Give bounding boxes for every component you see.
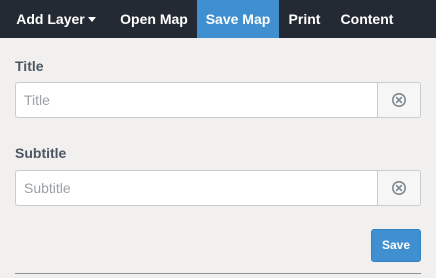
save-button[interactable]: Save: [371, 229, 421, 262]
content-tab[interactable]: Content: [335, 0, 399, 38]
title-input-group: [15, 82, 421, 118]
title-clear-button[interactable]: [377, 83, 420, 117]
content-label: Content: [340, 11, 394, 27]
save-map-label: Save Map: [205, 11, 271, 27]
save-map-tab[interactable]: Save Map: [197, 0, 279, 38]
subtitle-input[interactable]: [16, 171, 378, 205]
title-input[interactable]: [16, 83, 378, 117]
caret-down-icon: [87, 16, 96, 22]
subtitle-label: Subtitle: [15, 145, 67, 161]
close-circle-icon: [392, 181, 406, 195]
divider: [15, 273, 421, 274]
add-layer-label: Add Layer: [16, 11, 85, 27]
add-layer-menu[interactable]: Add Layer: [10, 0, 102, 38]
subtitle-input-group: [15, 170, 421, 206]
open-map-label: Open Map: [120, 11, 188, 27]
close-circle-icon: [392, 93, 406, 107]
print-label: Print: [288, 11, 321, 27]
open-map-tab[interactable]: Open Map: [114, 0, 194, 38]
title-label: Title: [15, 58, 44, 74]
subtitle-clear-button[interactable]: [377, 171, 420, 205]
print-tab[interactable]: Print: [283, 0, 326, 38]
top-nav-bar: Add Layer Open Map Save Map Print Conten…: [0, 0, 436, 38]
